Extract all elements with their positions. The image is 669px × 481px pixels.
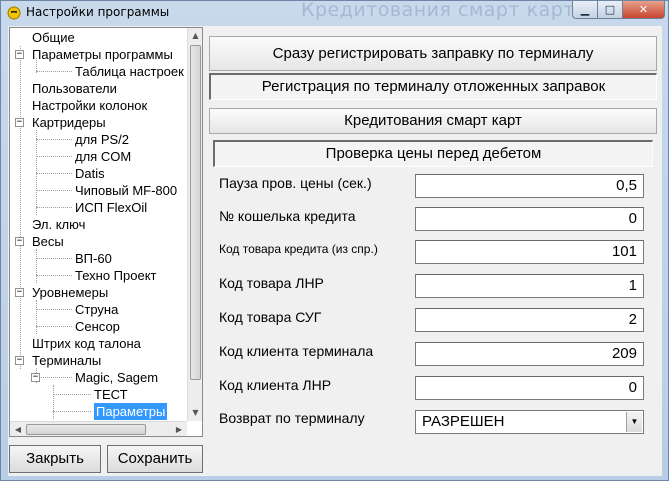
tree-collapse-icon[interactable]: − [15,118,24,127]
tree-item[interactable]: Сенсор [75,318,120,335]
tree-collapse-icon[interactable]: − [15,50,24,59]
tree-collapse-icon[interactable]: − [15,288,24,297]
scroll-up-icon[interactable]: ▲ [188,28,202,44]
field-label: Пауза пров. цены (сек.) [219,175,372,191]
tree-guide [36,258,72,259]
tree-collapse-icon[interactable]: − [15,356,24,365]
tree-guide [36,207,72,208]
tree-item[interactable]: Параметры [94,403,168,420]
tree-item[interactable]: Таблица настроек [75,63,184,80]
minimize-button[interactable]: ▁ [572,1,598,19]
app-window: Настройки программы Кредитования смарт к… [0,0,669,481]
tree-item[interactable]: Весы [32,233,64,250]
tree-horizontal-scrollbar[interactable]: ◀ ▶ [10,421,187,436]
scroll-left-icon[interactable]: ◀ [10,422,26,436]
tree-guide [53,394,91,395]
tree-guide [36,326,72,327]
field-input[interactable]: 0,5 [415,174,644,198]
return-policy-label: Возврат по терминалу [219,410,365,426]
tree-item[interactable]: Струна [75,301,118,318]
tree-item[interactable]: Картридеры [32,114,106,131]
tree-guide [36,156,72,157]
return-policy-value: РАЗРЕШЕН [422,413,505,430]
tree-item[interactable]: Общие [32,29,75,46]
close-window-button[interactable]: ✕ [623,1,665,19]
tree-item[interactable]: ВП-60 [75,250,112,267]
maximize-icon: □ [604,3,616,16]
tree-item[interactable]: Эл. ключ [32,216,85,233]
tree-item[interactable]: ТЕСТ [94,386,128,403]
close-button[interactable]: Закрыть [9,445,101,473]
scroll-down-icon[interactable]: ▼ [188,405,202,421]
field-input[interactable]: 0 [415,376,644,400]
tree-item[interactable]: Настройки колонок [32,97,147,114]
return-policy-select[interactable]: РАЗРЕШЕН ▼ [415,410,644,434]
tree-item[interactable]: Терминалы [32,352,101,369]
tree-item[interactable]: Datis [75,165,105,182]
price-check-button[interactable]: Проверка цены перед дебетом [213,140,653,167]
close-icon: ✕ [638,3,649,16]
tree-item[interactable]: для COM [75,148,131,165]
field-input[interactable]: 1 [415,274,644,298]
tree-vertical-scrollbar[interactable]: ▲ ▼ [187,28,202,421]
tree-item[interactable]: Техно Проект [75,267,157,284]
tree-item[interactable]: Параметры программы [32,46,173,63]
field-label: № кошелька кредита [219,208,356,224]
tree-item[interactable]: Штрих код талона [32,335,141,352]
app-icon [7,6,21,20]
field-input[interactable]: 101 [415,240,644,264]
field-label: Код товара кредита (из спр.) [219,242,378,256]
tree-item[interactable]: для PS/2 [75,131,129,148]
field-input[interactable]: 2 [415,308,644,332]
ghost-title: Кредитования смарт карт [301,0,575,21]
tree-guide [36,309,72,310]
save-button[interactable]: Сохранить [107,445,203,473]
tree-item[interactable]: Пользователи [32,80,117,97]
field-label: Код товара ЛНР [219,275,324,291]
client-area: Общие − Параметры программы Таблица настрое… [8,26,662,476]
credit-smart-button[interactable]: Кредитования смарт карт [209,108,657,134]
tree-guide [36,249,37,283]
tree-guide [36,275,72,276]
tree-guide [36,300,37,334]
minimize-icon: ▁ [580,3,590,16]
chevron-down-icon[interactable]: ▼ [626,412,642,432]
tree-item[interactable]: Чиповый MF-800 [75,182,177,199]
title-bar[interactable]: Настройки программы Кредитования смарт к… [1,0,668,25]
scroll-thumb-h[interactable] [26,424,146,435]
register-now-button[interactable]: Сразу регистрировать заправку по термина… [209,36,657,71]
tree-guide [36,173,72,174]
tree-guide [20,46,21,369]
field-label: Код клиента ЛНР [219,377,332,393]
window-title: Настройки программы [26,5,170,19]
tree-guide [36,377,72,378]
tree-item[interactable]: ИСП FlexOil [75,199,147,216]
tree-collapse-icon[interactable]: − [31,373,40,382]
tree-item[interactable]: Magic, Sagem [75,369,158,386]
tree-collapse-icon[interactable]: − [15,237,24,246]
scroll-right-icon[interactable]: ▶ [171,422,187,436]
field-label: Код товара СУГ [219,309,322,325]
field-label: Код клиента терминала [219,343,374,359]
tree-guide [53,385,54,419]
settings-tree[interactable]: Общие − Параметры программы Таблица настрое… [9,27,203,437]
tree-item[interactable]: Уровнемеры [32,284,108,301]
field-input[interactable]: 0 [415,207,644,231]
field-input[interactable]: 209 [415,342,644,366]
tree-guide [53,411,91,412]
tree-guide [36,71,72,72]
tree-guide [36,139,72,140]
tree-guide [36,190,72,191]
register-deferred-button[interactable]: Регистрация по терминалу отложенных запр… [209,73,657,100]
scroll-thumb[interactable] [190,45,201,380]
maximize-button[interactable]: □ [598,1,623,19]
